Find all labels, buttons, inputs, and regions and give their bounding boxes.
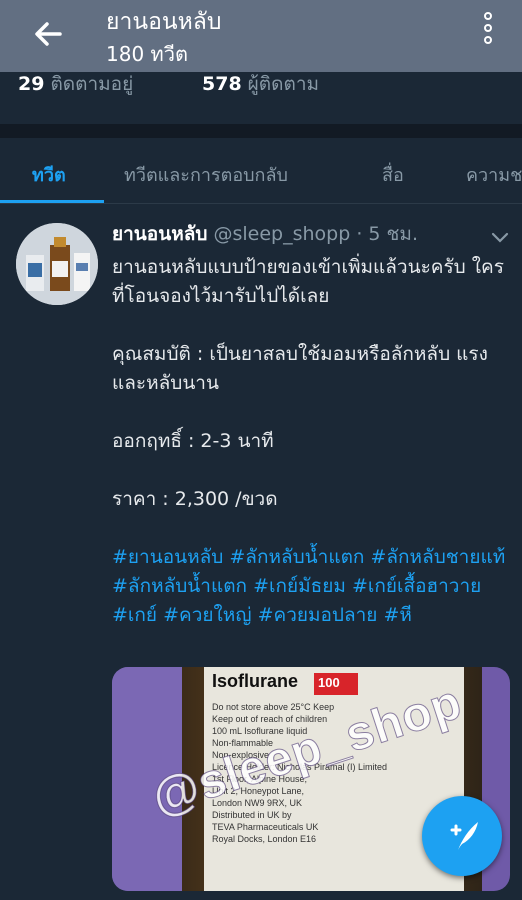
tab-likes[interactable]: ความชอบ [466,160,522,189]
profile-tabs: ทวีต ทวีตและการตอบกลับ สื่อ ความชอบ [0,138,522,204]
hashtag[interactable]: #ควยใหญ่ [163,604,257,626]
tweet-line: ราคา : 2,300 /ขวด [112,488,278,510]
hashtag[interactable]: #เกย์มัธยม [253,575,352,597]
profile-title: ยานอนหลับ [106,9,222,35]
followers-stat[interactable]: 578 ผู้ติดตาม [202,69,319,99]
arrow-left-icon [35,22,62,46]
hashtag[interactable]: #ยานอนหลับ [112,546,229,568]
product-badge: 100 [314,673,358,695]
tab-tweets-replies[interactable]: ทวีตและการตอบกลับ [124,160,288,189]
tweet-time: · 5 ชม. [356,223,418,245]
following-stat[interactable]: 29 ติดตามอยู่ [18,69,133,99]
compose-tweet-icon [450,822,478,850]
chevron-down-icon [491,232,509,243]
compose-tweet-button[interactable] [422,796,502,876]
hashtag[interactable]: #เกย์เสื้อฮาวาย [352,575,481,597]
tweet-menu-button[interactable] [490,227,510,247]
author-handle[interactable]: @sleep_shopp [213,223,350,245]
tweet-count: 180 ทวีต [106,42,188,66]
hashtag[interactable]: #ลักหลับน้ำแตก [229,546,370,568]
followers-count: 578 [202,73,242,95]
hashtag[interactable]: #เกย์ [112,604,163,626]
avatar[interactable] [16,223,98,305]
section-divider [0,124,522,138]
tweet-line: ออกฤทธิ์ : 2-3 นาที [112,430,274,452]
tweet-line: คุณสมบัติ : เป็นยาสลบใช้มอมหรือลักหลับ แ… [112,343,488,394]
following-label: ติดตามอยู่ [50,73,134,95]
hashtag[interactable]: #ลักหลับน้ำแตก [112,575,253,597]
hashtag[interactable]: #หี [383,604,411,626]
app-bar: ยานอนหลับ 180 ทวีต [0,0,522,72]
follow-stats: 29 ติดตามอยู่ 578 ผู้ติดตาม [0,72,522,124]
hashtag[interactable]: #ควยมอปลาย [258,604,384,626]
more-options-button[interactable] [470,12,506,48]
followers-label: ผู้ติดตาม [247,73,320,95]
following-count: 29 [18,73,45,95]
hashtag-list: #ยานอนหลับ #ลักหลับน้ำแตก #ลักหลับชายแท้… [112,543,512,630]
author-name[interactable]: ยานอนหลับ [112,223,207,245]
back-button[interactable] [30,16,66,52]
tweet-text: ยานอนหลับแบบป้ายของเข้าเพิ่มแล้วนะครับ ใ… [112,253,512,630]
product-name: Isoflurane [212,671,299,691]
tweet-line: ยานอนหลับแบบป้ายของเข้าเพิ่มแล้วนะครับ ใ… [112,256,504,307]
tab-media[interactable]: สื่อ [382,160,404,189]
active-tab-indicator [0,200,104,203]
product-bottles-image [16,223,98,305]
tab-tweets[interactable]: ทวีต [32,160,66,189]
hashtag[interactable]: #ลักหลับชายแท้ [370,546,505,568]
tweet-header: ยานอนหลับ @sleep_shopp · 5 ชม. [112,219,418,249]
